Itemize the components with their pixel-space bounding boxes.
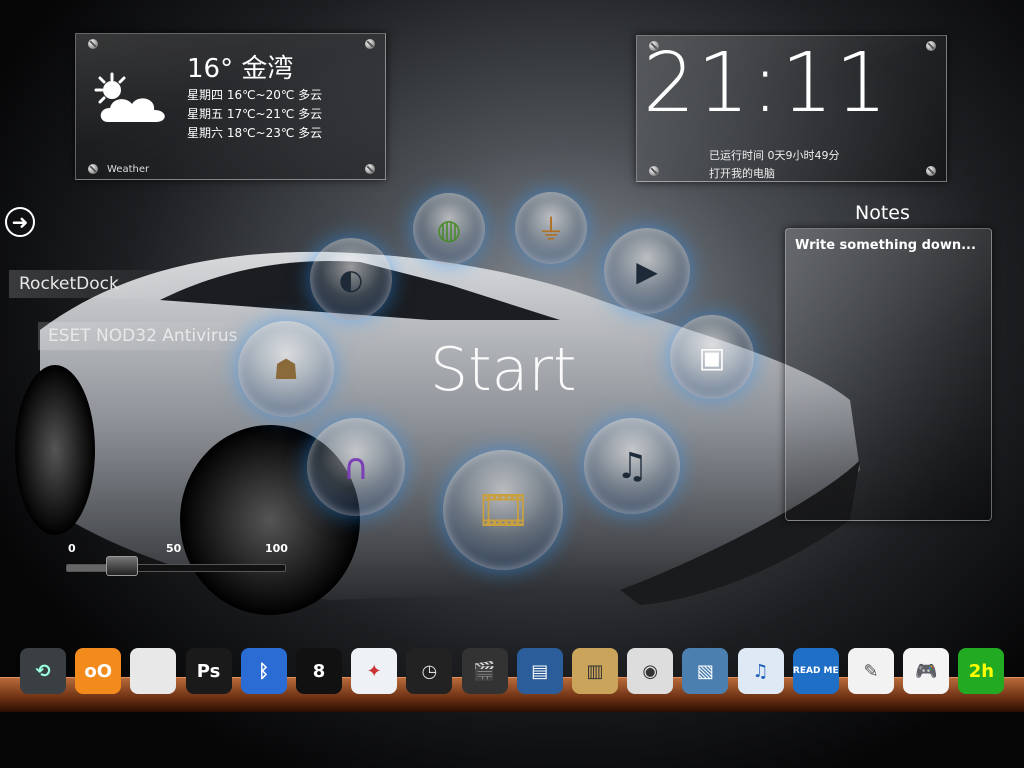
open-my-computer-link[interactable]: 打开我的电脑: [709, 165, 775, 181]
sidebar-item-rocketdock[interactable]: RocketDock: [9, 270, 189, 298]
play-icon[interactable]: ▶: [604, 228, 690, 314]
eight-ball-icon[interactable]: 8: [296, 648, 342, 694]
photoshop-icon[interactable]: Ps: [185, 648, 232, 694]
slider-tick-50: 50: [166, 542, 182, 555]
screw-icon: [926, 41, 936, 51]
headphones-icon[interactable]: ∩: [307, 418, 405, 516]
dashboard-icon[interactable]: ◷: [406, 648, 453, 694]
weather-label: Weather: [107, 164, 150, 175]
clock-time: 21:11: [643, 36, 890, 131]
screw-icon: [649, 166, 659, 176]
forecast-day-2: 星期五 17℃~21℃ 多云: [187, 107, 323, 121]
uptime-text: 已运行时间 0天9小时49分: [709, 149, 840, 162]
volume-slider[interactable]: 0 50 100: [62, 540, 292, 580]
forecast-day-1: 星期四 16℃~20℃ 多云: [187, 88, 323, 102]
arrow-right-icon: ➜: [11, 210, 29, 234]
app-25-icon[interactable]: 2h: [958, 648, 1005, 694]
screw-icon: [926, 166, 936, 176]
slider-thumb[interactable]: [105, 556, 138, 576]
safari-icon[interactable]: ✦: [351, 648, 398, 694]
gadget-icon[interactable]: ☗: [238, 321, 334, 417]
notes-input[interactable]: Write something down...: [795, 238, 976, 253]
screw-icon: [88, 164, 98, 174]
books-icon[interactable]: ▥: [572, 648, 618, 694]
clapperboard-icon[interactable]: 🎬: [461, 648, 508, 694]
video-editor-icon[interactable]: ▤: [516, 648, 563, 694]
screw-icon: [88, 39, 98, 49]
forecast-day-3: 星期六 18℃~23℃ 多云: [187, 126, 323, 140]
iphoto-icon[interactable]: ▧: [682, 648, 729, 694]
globe-icon[interactable]: ◍: [413, 193, 485, 265]
slider-tick-0: 0: [68, 542, 76, 555]
itunes-icon[interactable]: ♫: [737, 648, 784, 694]
screw-icon: [365, 39, 375, 49]
rocketdock[interactable]: ⟲ oO Ps ᛒ 8 ✦ ◷ 🎬 ▤ ▥ ◉ ▧ ♫ READ ME ✎ 🎮 2h: [20, 648, 1010, 698]
slider-track[interactable]: [66, 564, 286, 572]
film-icon[interactable]: 🎞: [443, 450, 563, 570]
itunes-icon[interactable]: ♫: [584, 418, 680, 514]
screw-icon: [365, 164, 375, 174]
time-machine-icon[interactable]: ⟲: [20, 648, 66, 694]
slider-tick-100: 100: [265, 542, 288, 555]
start-button[interactable]: Start: [430, 335, 577, 405]
ebook-icon[interactable]: READ ME: [792, 648, 839, 694]
partly-cloudy-icon: [94, 72, 165, 122]
bluetooth-icon[interactable]: ᛒ: [240, 648, 287, 694]
folder-icon[interactable]: ▣: [670, 315, 754, 399]
clock-widget[interactable]: 21:11 已运行时间 0天9小时49分 打开我的电脑: [636, 35, 947, 182]
photo-booth-icon[interactable]: ◉: [627, 648, 674, 694]
notes-widget[interactable]: Write something down...: [785, 228, 992, 521]
gamepad-icon[interactable]: 🎮: [903, 648, 950, 694]
textedit-icon[interactable]: ✎: [848, 648, 894, 694]
notes-title: Notes: [855, 202, 910, 224]
weather-temp-city: 16° 金湾: [187, 54, 294, 84]
mac-mini-icon[interactable]: [130, 648, 177, 694]
browser-icon[interactable]: ◐: [310, 238, 392, 320]
expand-arrow-button[interactable]: ➜: [5, 207, 35, 237]
weather-widget[interactable]: 16° 金湾 星期四 16℃~20℃ 多云 星期五 17℃~21℃ 多云 星期六…: [75, 33, 386, 180]
sidebar-item-eset[interactable]: ESET NOD32 Antivirus: [38, 322, 268, 350]
lamp-icon[interactable]: ⏚: [515, 192, 587, 264]
messenger-icon[interactable]: oO: [75, 648, 122, 694]
